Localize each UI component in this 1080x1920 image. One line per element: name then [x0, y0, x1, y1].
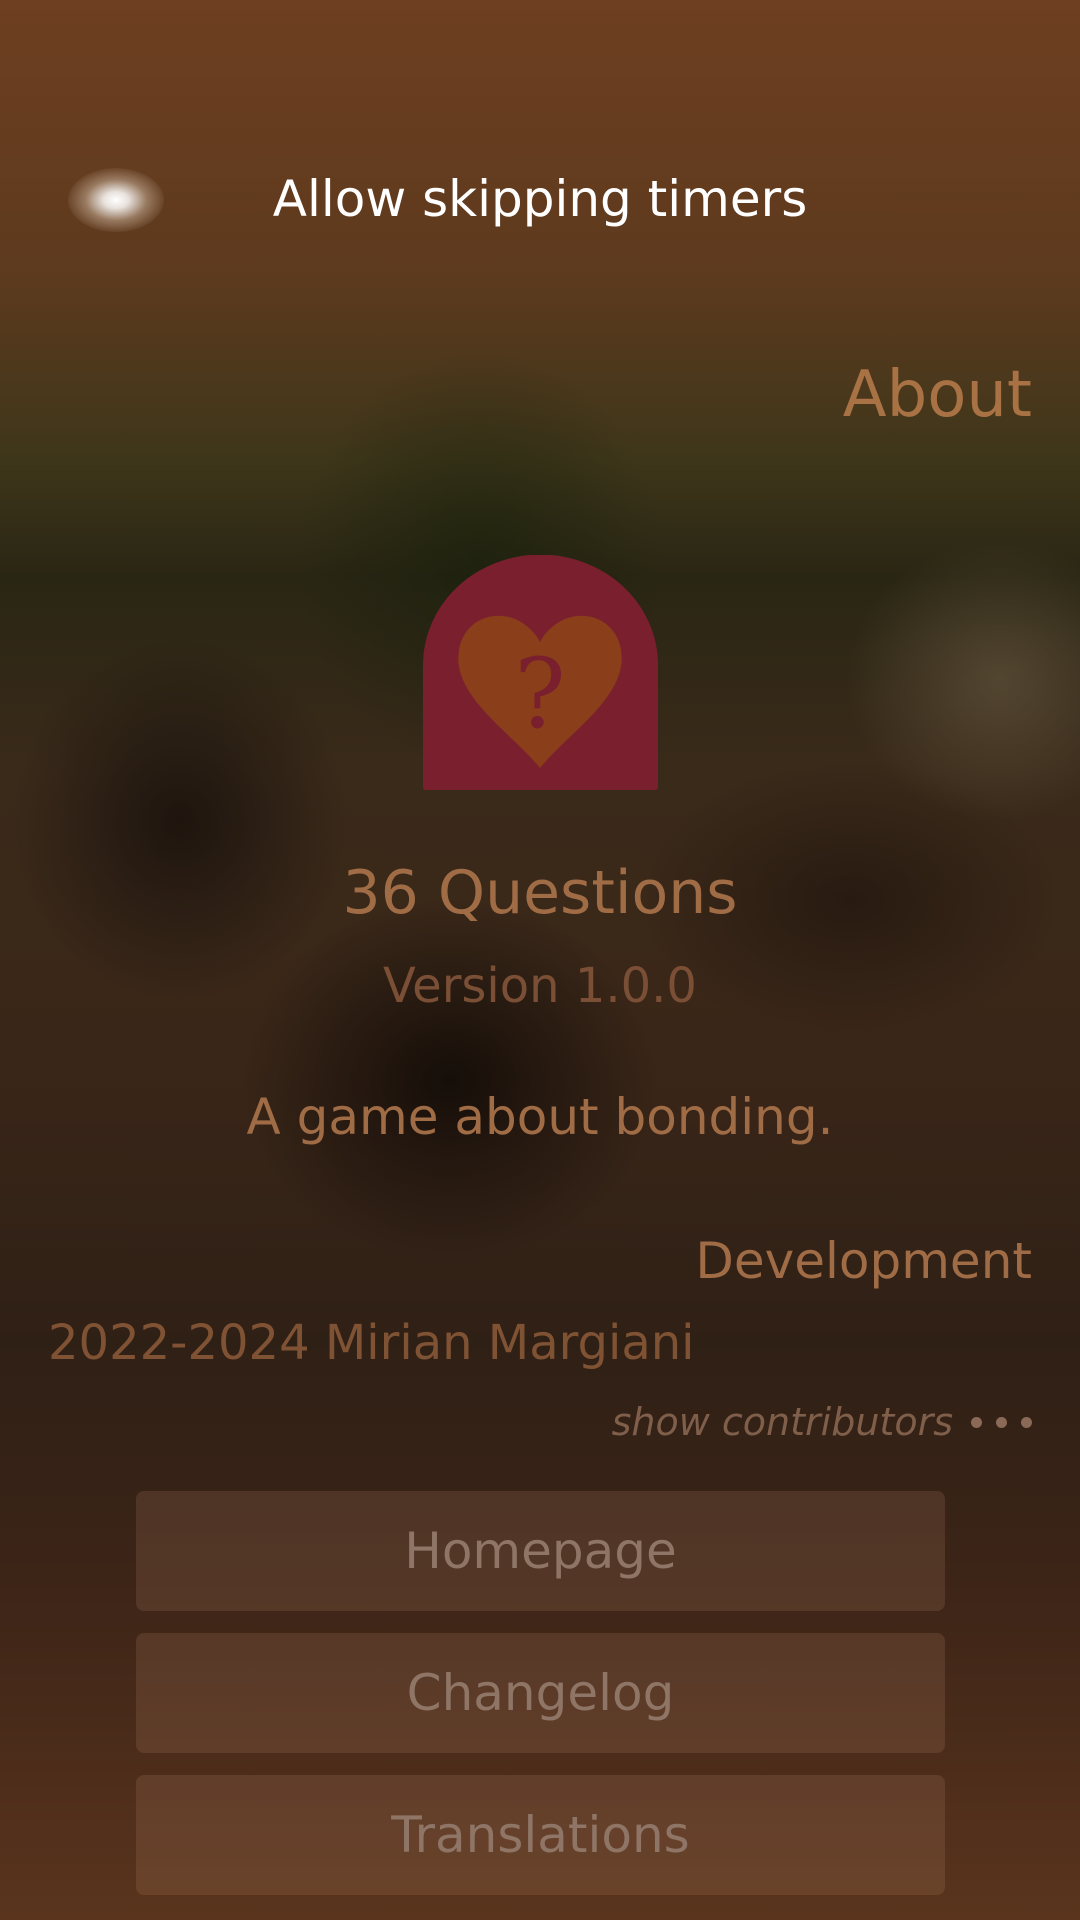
app-name: 36 Questions	[342, 858, 738, 928]
homepage-button[interactable]: Homepage	[136, 1491, 945, 1611]
changelog-button[interactable]: Changelog	[136, 1633, 945, 1753]
translations-button[interactable]: Translations	[136, 1775, 945, 1895]
more-dots-icon	[971, 1416, 1032, 1428]
heart-question-icon: ?	[423, 554, 658, 790]
app-description: A game about bonding.	[246, 1088, 834, 1146]
app-icon-graphic: ?	[423, 554, 658, 790]
pulley-menu-item-allow-skipping-timers[interactable]: Allow skipping timers	[0, 170, 1080, 228]
svg-text:?: ?	[514, 638, 565, 750]
page-title: About	[842, 358, 1032, 432]
section-header-development: Development	[695, 1232, 1032, 1290]
show-contributors-label: show contributors	[611, 1400, 953, 1444]
app-version: Version 1.0.0	[383, 958, 697, 1014]
author-credit: 2022-2024 Mirian Margiani	[48, 1315, 695, 1371]
show-contributors-link[interactable]: show contributors	[612, 1400, 1032, 1444]
